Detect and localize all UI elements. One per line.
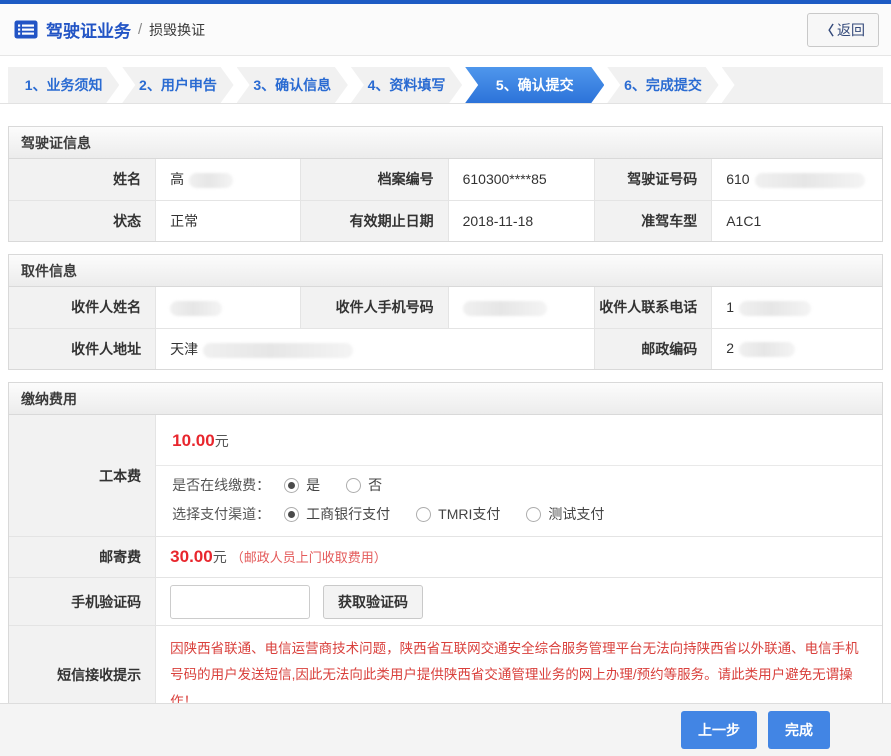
section-title-license: 驾驶证信息 xyxy=(9,127,882,159)
redacted-smudge xyxy=(203,343,353,358)
footer-action-bar: 上一步 完成 xyxy=(0,703,891,756)
production-fee-amount: 10.00元 xyxy=(156,415,882,466)
get-sms-code-button[interactable]: 获取验证码 xyxy=(323,585,423,619)
step-1-business-notice: 1、业务须知 xyxy=(8,67,119,103)
redacted-smudge xyxy=(739,342,795,357)
finish-button[interactable]: 完成 xyxy=(768,711,830,749)
radio-checked-icon xyxy=(284,507,299,522)
redacted-smudge xyxy=(463,301,547,316)
field-value-mailing-fee: 30.00元（邮政人员上门收取费用） xyxy=(156,537,882,578)
sms-code-input[interactable] xyxy=(170,585,310,619)
radio-online-no[interactable]: 否 xyxy=(346,475,382,495)
breadcrumb: 驾驶证业务 / 损毁换证 xyxy=(14,17,205,42)
radio-unchecked-icon xyxy=(346,478,361,493)
field-value-vehicle-class: A1C1 xyxy=(712,200,882,241)
step-6-complete-submit: 6、完成提交 xyxy=(607,67,718,103)
table-row-mailing-fee: 邮寄费 30.00元（邮政人员上门收取费用） xyxy=(9,537,882,578)
section-pickup-info: 取件信息 收件人姓名 收件人手机号码 收件人联系电话 1 收件人地址 天津 邮政… xyxy=(8,254,883,370)
field-label-file-number: 档案编号 xyxy=(301,159,449,200)
field-value-expiry-date: 2018-11-18 xyxy=(448,200,595,241)
field-label-recipient-name: 收件人姓名 xyxy=(9,287,156,328)
field-label-sms-code: 手机验证码 xyxy=(9,578,156,626)
redacted-smudge xyxy=(189,173,233,188)
online-payment-choice: 是否在线缴费： 是 否 xyxy=(156,466,882,495)
radio-channel-tmri[interactable]: TMRI支付 xyxy=(416,504,500,524)
page-header: 驾驶证业务 / 损毁换证 〈 返回 xyxy=(0,4,891,56)
radio-online-yes[interactable]: 是 xyxy=(284,475,320,495)
field-value-license-number: 610 xyxy=(712,159,882,200)
redacted-smudge xyxy=(170,301,222,316)
back-button-label: 返回 xyxy=(837,20,865,40)
step-2-user-declaration: 2、用户申告 xyxy=(122,67,233,103)
field-label-expiry-date: 有效期止日期 xyxy=(301,200,449,241)
field-value-recipient-address: 天津 xyxy=(156,328,595,369)
field-value-name: 高 xyxy=(156,159,301,200)
field-value-postal-code: 2 xyxy=(712,328,882,369)
field-value-status: 正常 xyxy=(156,200,301,241)
mailing-fee-note: （邮政人员上门收取费用） xyxy=(231,550,387,565)
list-icon xyxy=(14,20,38,39)
step-4-fill-materials: 4、资料填写 xyxy=(351,67,462,103)
field-label-status: 状态 xyxy=(9,200,156,241)
field-label-vehicle-class: 准驾车型 xyxy=(595,200,712,241)
field-value-recipient-phone: 1 xyxy=(712,287,882,328)
step-filler xyxy=(722,67,883,103)
page-title: 驾驶证业务 xyxy=(46,17,131,42)
table-row: 收件人地址 天津 邮政编码 2 xyxy=(9,328,882,369)
field-label-recipient-mobile: 收件人手机号码 xyxy=(301,287,449,328)
online-payment-question: 是否在线缴费： xyxy=(172,475,270,495)
field-value-production-fee: 10.00元 是否在线缴费： 是 否 选择支 xyxy=(156,415,882,537)
page-subtitle: 损毁换证 xyxy=(149,20,205,40)
payment-channel-choice: 选择支付渠道： 工商银行支付 TMRI支付 测试支付 xyxy=(156,495,882,536)
step-wizard: 1、业务须知 2、用户申告 3、确认信息 4、资料填写 5、确认提交 6、完成提… xyxy=(0,67,891,104)
field-label-name: 姓名 xyxy=(9,159,156,200)
field-label-recipient-phone: 收件人联系电话 xyxy=(595,287,712,328)
radio-channel-test[interactable]: 测试支付 xyxy=(526,504,604,524)
payment-channel-question: 选择支付渠道： xyxy=(172,504,270,524)
radio-channel-icbc[interactable]: 工商银行支付 xyxy=(284,504,390,524)
section-title-pickup: 取件信息 xyxy=(9,255,882,287)
field-label-recipient-address: 收件人地址 xyxy=(9,328,156,369)
breadcrumb-separator: / xyxy=(138,21,142,38)
redacted-smudge xyxy=(739,301,811,316)
field-value-sms-code: 获取验证码 xyxy=(156,578,882,626)
redacted-smudge xyxy=(755,173,865,188)
field-label-postal-code: 邮政编码 xyxy=(595,328,712,369)
section-title-fees: 缴纳费用 xyxy=(9,383,882,415)
field-value-recipient-name xyxy=(156,287,301,328)
table-row: 状态 正常 有效期止日期 2018-11-18 准驾车型 A1C1 xyxy=(9,200,882,241)
step-3-confirm-info: 3、确认信息 xyxy=(237,67,348,103)
field-label-mailing-fee: 邮寄费 xyxy=(9,537,156,578)
radio-unchecked-icon xyxy=(526,507,541,522)
step-5-confirm-submit-active: 5、确认提交 xyxy=(465,67,604,103)
section-license-info: 驾驶证信息 姓名 高 档案编号 610300****85 驾驶证号码 610 状… xyxy=(8,126,883,242)
section-fees: 缴纳费用 工本费 10.00元 是否在线缴费： 是 xyxy=(8,382,883,726)
field-label-production-fee: 工本费 xyxy=(9,415,156,537)
table-row-production-fee: 工本费 10.00元 是否在线缴费： 是 否 xyxy=(9,415,882,537)
previous-step-button[interactable]: 上一步 xyxy=(681,711,757,749)
chevron-left-icon: 〈 xyxy=(821,20,834,39)
table-row: 姓名 高 档案编号 610300****85 驾驶证号码 610 xyxy=(9,159,882,200)
radio-unchecked-icon xyxy=(416,507,431,522)
field-value-recipient-mobile xyxy=(448,287,595,328)
back-button[interactable]: 〈 返回 xyxy=(807,13,879,47)
radio-checked-icon xyxy=(284,478,299,493)
table-row-sms-code: 手机验证码 获取验证码 xyxy=(9,578,882,626)
table-row: 收件人姓名 收件人手机号码 收件人联系电话 1 xyxy=(9,287,882,328)
field-value-file-number: 610300****85 xyxy=(448,159,595,200)
field-label-license-number: 驾驶证号码 xyxy=(595,159,712,200)
